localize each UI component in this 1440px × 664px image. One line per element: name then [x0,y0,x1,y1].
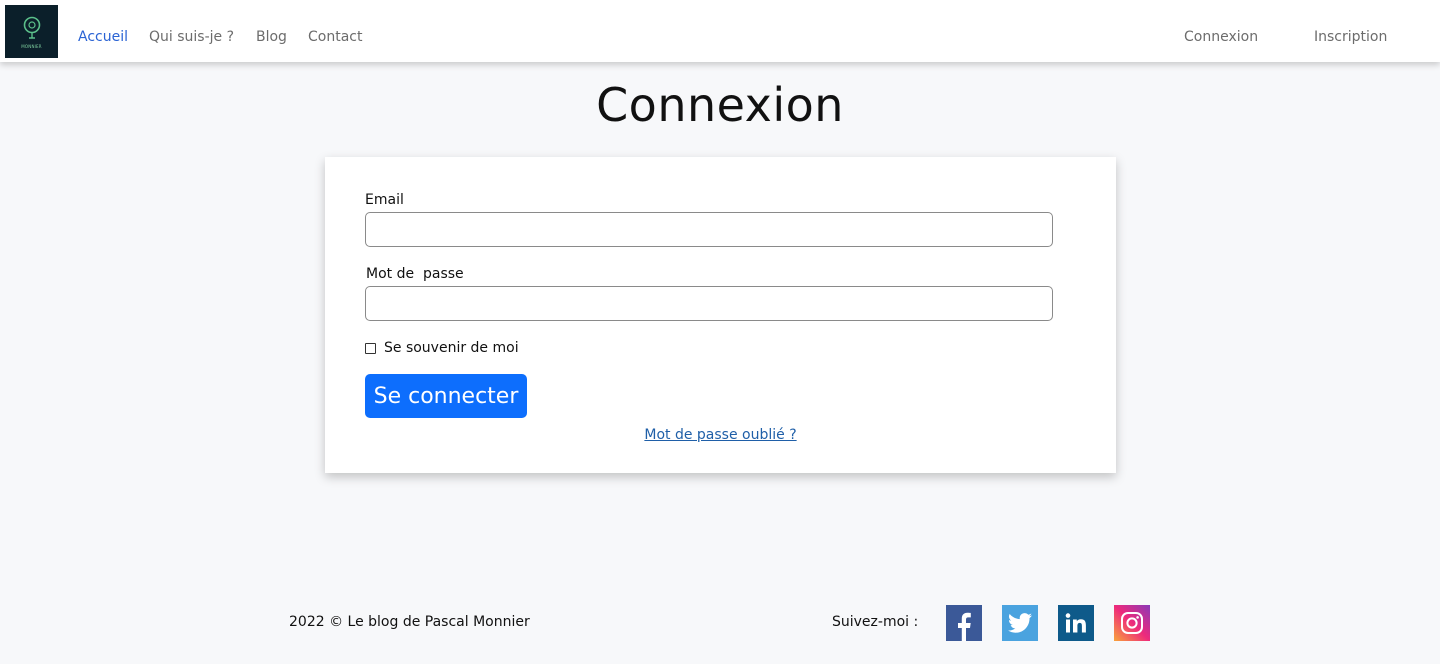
nav-link-blog[interactable]: Blog [256,29,287,45]
linkedin-icon[interactable] [1058,605,1094,641]
site-logo[interactable]: MONNIER [5,5,58,58]
email-label: Email [365,192,404,208]
navbar: MONNIER Accueil Qui suis-je ? Blog Conta… [0,0,1440,62]
logo-icon [23,16,40,39]
password-field[interactable] [365,286,1053,321]
forgot-password-link[interactable]: Mot de passe oublié ? [325,427,1116,443]
nav-link-qui-suis-je[interactable]: Qui suis-je ? [149,29,234,45]
nav-login-link[interactable]: Connexion [1184,29,1258,45]
remember-label[interactable]: Se souvenir de moi [384,340,519,356]
page-title: Connexion [596,78,844,132]
email-field[interactable] [365,212,1053,247]
login-submit-button[interactable]: Se connecter [365,374,527,418]
nav-link-accueil[interactable]: Accueil [78,29,128,45]
nav-register-link[interactable]: Inscription [1314,29,1387,45]
follow-label: Suivez-moi : [832,614,919,630]
remember-checkbox[interactable] [365,343,376,354]
facebook-icon[interactable] [946,605,982,641]
password-label: Mot de passe [366,266,464,282]
twitter-icon[interactable] [1002,605,1038,641]
instagram-icon[interactable] [1114,605,1150,641]
nav-link-contact[interactable]: Contact [308,29,362,45]
logo-text: MONNIER [21,43,42,49]
login-card: Email Mot de passe Se souvenir de moi Se… [325,157,1116,473]
footer-copyright: 2022 © Le blog de Pascal Monnier [289,614,530,630]
